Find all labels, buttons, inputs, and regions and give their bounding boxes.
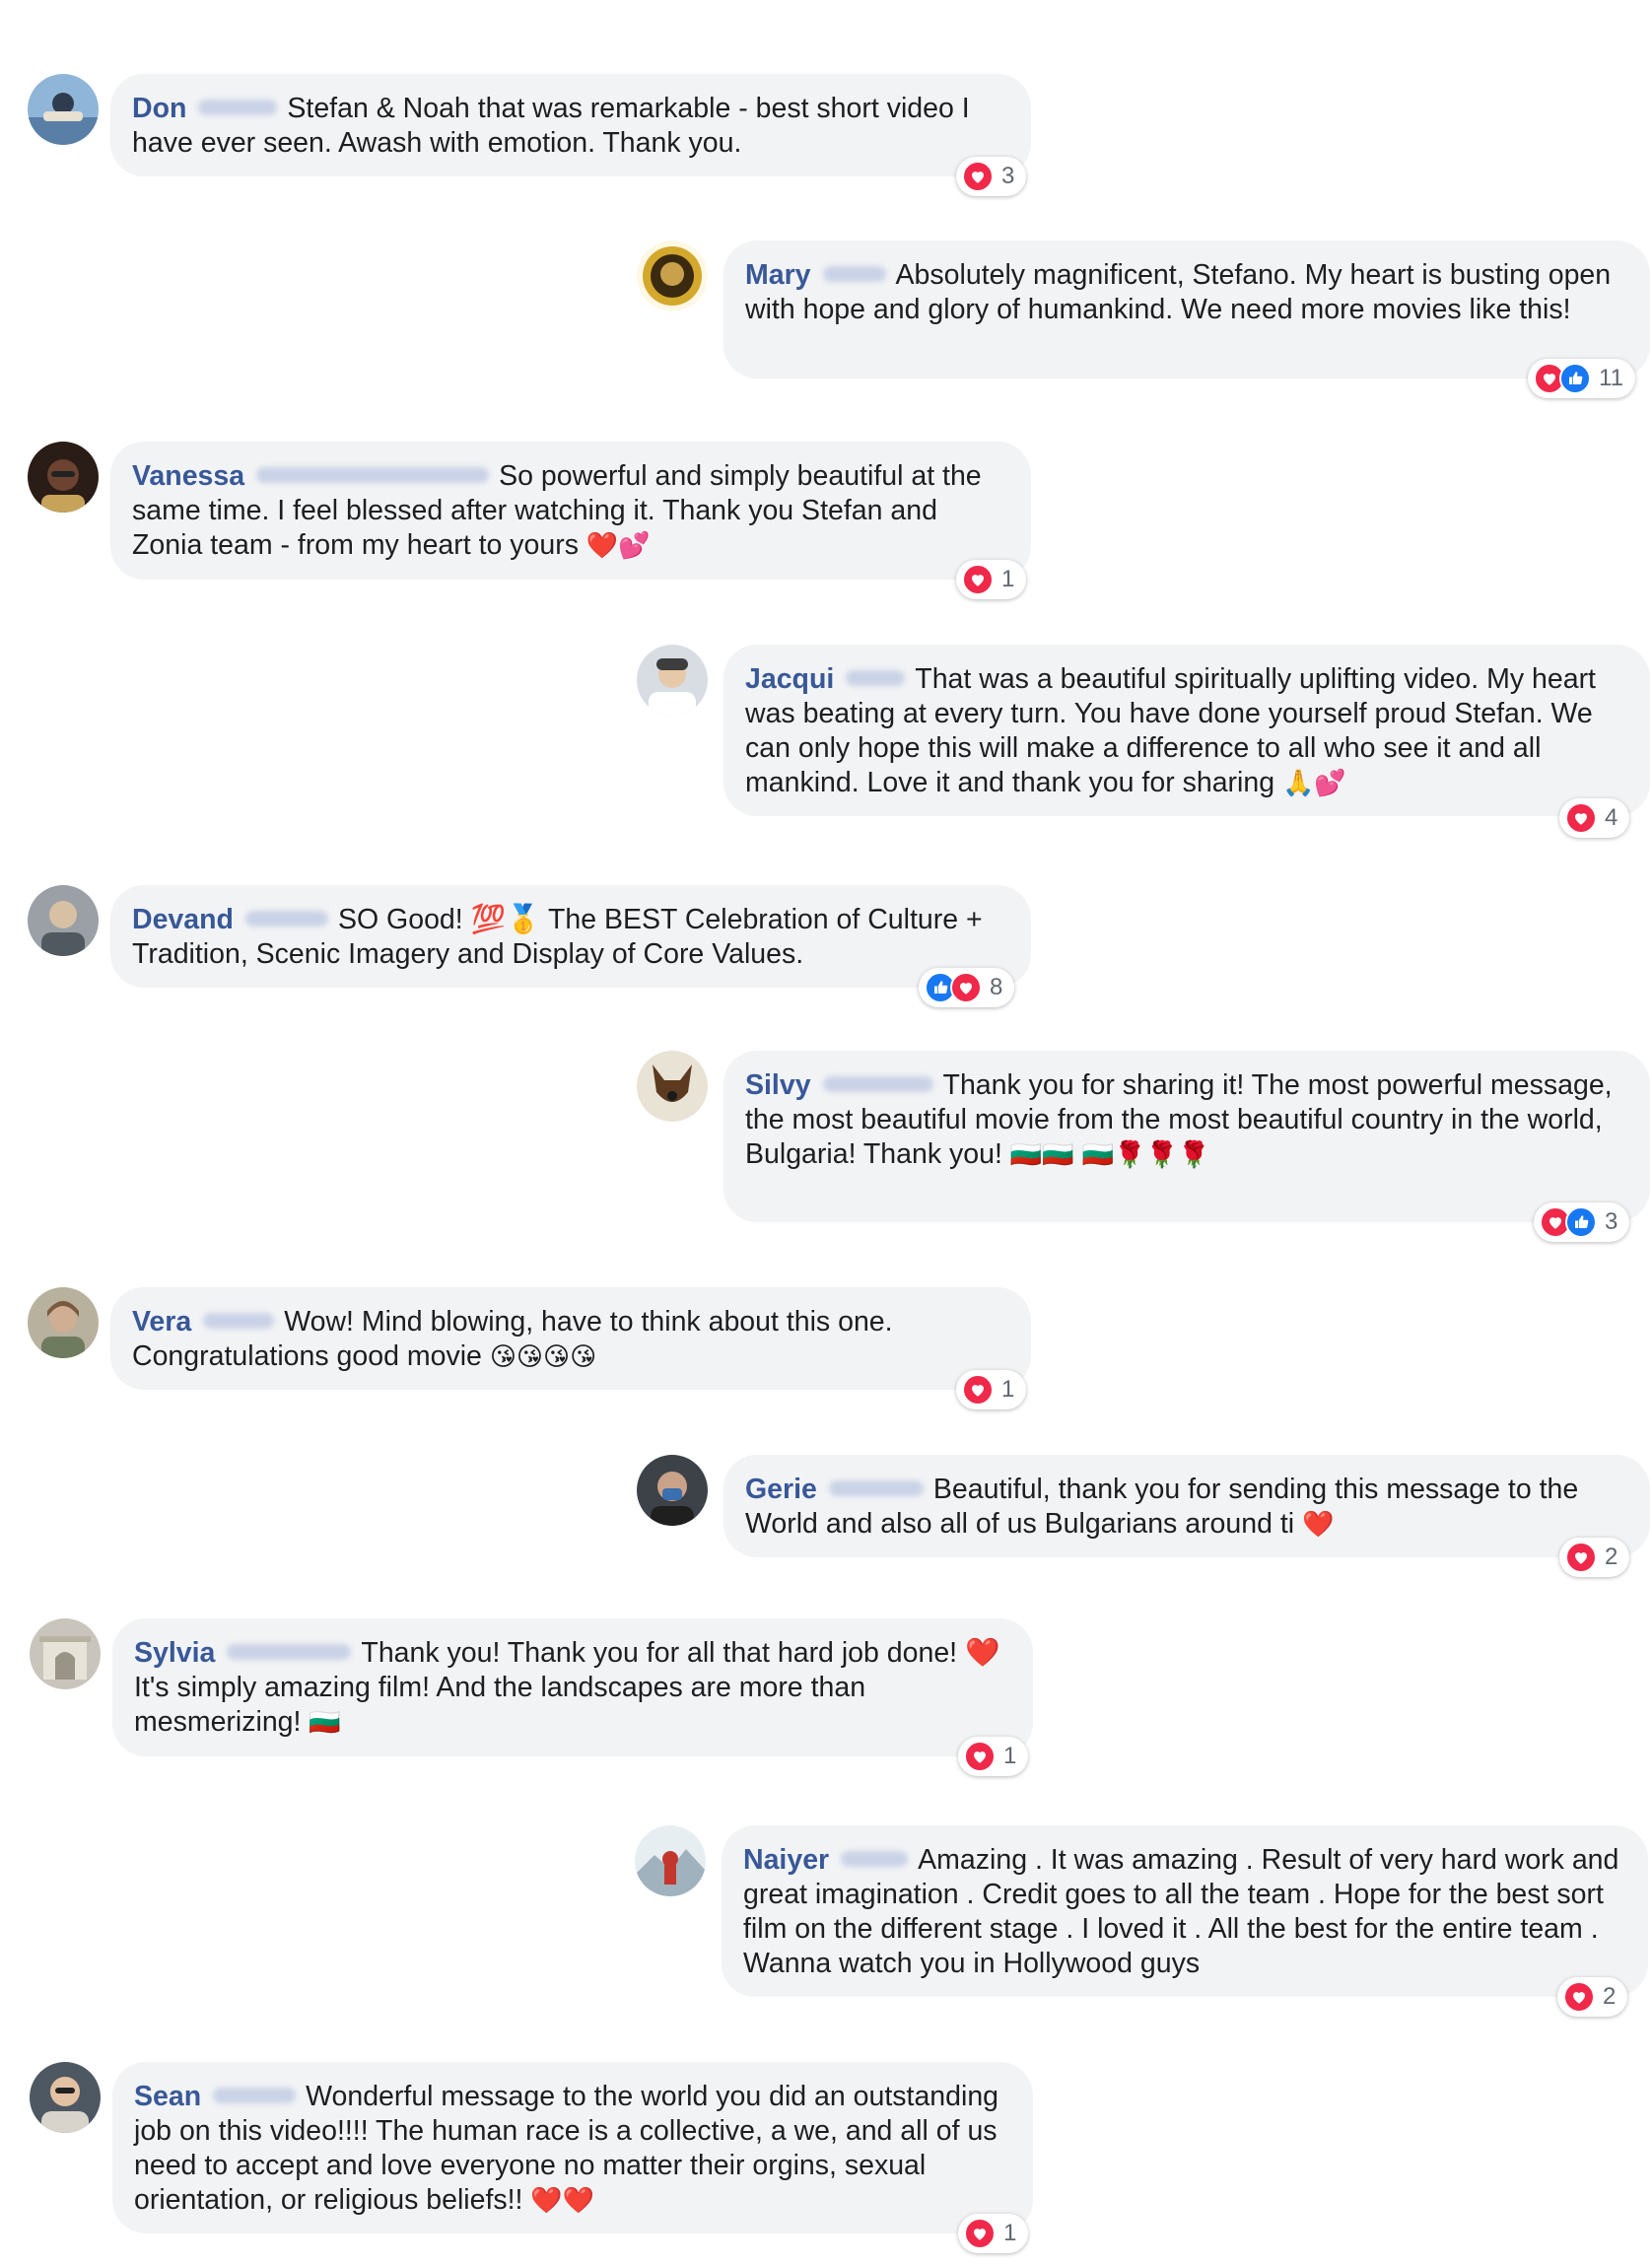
comment-bubble: Jacqui That was a beautiful spiritually u… xyxy=(723,645,1650,816)
redacted-surname xyxy=(822,266,886,283)
avatar[interactable] xyxy=(28,1287,99,1358)
redacted-surname xyxy=(244,911,328,927)
redacted-surname xyxy=(828,1480,924,1497)
reaction-summary[interactable]: 1 xyxy=(956,560,1027,599)
commenter-name[interactable]: Devand xyxy=(132,904,234,935)
avatar[interactable] xyxy=(637,1051,708,1122)
thumbs-up-icon xyxy=(1559,363,1591,394)
comment-bubble: Sean Wonderful message to the world you d… xyxy=(112,2062,1033,2233)
comment-bubble: Mary Absolutely magnificent, Stefano. My … xyxy=(723,240,1650,378)
commenter-name[interactable]: Vera xyxy=(132,1306,191,1338)
redacted-surname xyxy=(256,467,490,484)
avatar[interactable] xyxy=(30,1618,101,1689)
heart-icon xyxy=(964,2218,996,2249)
emoji: ❤️❤️ xyxy=(530,2186,595,2216)
reaction-count: 4 xyxy=(1605,804,1618,831)
commenter-name[interactable]: Jacqui xyxy=(745,663,834,695)
redacted-surname xyxy=(822,1076,933,1093)
reaction-count: 3 xyxy=(1605,1208,1618,1235)
heart-icon xyxy=(962,161,994,192)
redacted-surname xyxy=(846,670,906,687)
avatar[interactable] xyxy=(635,1825,706,1896)
avatar[interactable] xyxy=(28,74,99,145)
emoji: 🇧🇬 xyxy=(309,1708,341,1738)
heart-icon xyxy=(1563,1981,1595,2013)
reaction-count: 1 xyxy=(1001,1376,1015,1403)
reaction-count: 2 xyxy=(1605,1544,1618,1570)
reaction-summary[interactable]: 2 xyxy=(1557,1977,1628,2017)
avatar[interactable] xyxy=(30,2062,101,2133)
reaction-summary[interactable]: 4 xyxy=(1559,798,1630,838)
heart-icon xyxy=(1565,802,1597,834)
reaction-count: 1 xyxy=(1003,2220,1017,2246)
avatar[interactable] xyxy=(637,240,708,311)
reaction-count: 1 xyxy=(1003,1743,1017,1769)
comment-bubble: Vera Wow! Mind blowing, have to think abo… xyxy=(110,1287,1031,1390)
reaction-count: 2 xyxy=(1603,1983,1617,2010)
comment-bubble: Silvy Thank you for sharing it! The most … xyxy=(723,1051,1650,1222)
reaction-count: 1 xyxy=(1001,566,1015,592)
comment-bubble: Devand SO Good! 💯🥇 The BEST Celebration o… xyxy=(110,885,1031,988)
reaction-count: 11 xyxy=(1599,365,1623,391)
reaction-count: 3 xyxy=(1001,163,1015,189)
reaction-summary[interactable]: 11 xyxy=(1528,359,1635,398)
reaction-summary[interactable]: 3 xyxy=(956,157,1027,196)
comment-bubble: Naiyer Amazing . It was amazing . Result … xyxy=(722,1825,1648,1997)
reaction-summary[interactable]: 1 xyxy=(956,1370,1027,1409)
reaction-summary[interactable]: 3 xyxy=(1534,1202,1630,1242)
emoji: 🇧🇬🇧🇬 🇧🇬🌹🌹🌹 xyxy=(1009,1140,1210,1170)
emoji: ❤️💕 xyxy=(585,531,651,561)
reaction-count: 8 xyxy=(990,974,1003,1000)
emoji: 🙏💕 xyxy=(1282,769,1346,798)
commenter-name[interactable]: Don xyxy=(132,93,186,124)
comment-bubble: Vanessa So powerful and simply beautiful … xyxy=(110,442,1031,580)
commenter-name[interactable]: Naiyer xyxy=(743,1844,829,1876)
thumbs-up-icon xyxy=(1565,1206,1597,1238)
commenter-name[interactable]: Vanessa xyxy=(132,460,244,492)
redacted-surname xyxy=(227,1644,352,1661)
commenter-name[interactable]: Mary xyxy=(745,259,811,291)
reaction-summary[interactable]: 8 xyxy=(919,968,1015,1007)
redacted-surname xyxy=(198,100,278,116)
commenter-name[interactable]: Gerie xyxy=(745,1474,817,1505)
comment-bubble: Sylvia Thank you! Thank you for all that … xyxy=(112,1618,1033,1756)
heart-icon xyxy=(1565,1542,1597,1573)
comment-bubble: Don Stefan & Noah that was remarkable - b… xyxy=(110,74,1031,176)
heart-icon xyxy=(950,972,982,1003)
heart-icon xyxy=(962,564,994,595)
commenter-name[interactable]: Silvy xyxy=(745,1069,811,1101)
comment-bubble: Gerie Beautiful, thank you for sending th… xyxy=(723,1455,1650,1557)
heart-icon xyxy=(962,1374,994,1406)
commenter-name[interactable]: Sean xyxy=(134,2081,201,2112)
reaction-summary[interactable]: 1 xyxy=(958,2214,1029,2253)
heart-icon xyxy=(964,1741,996,1772)
avatar[interactable] xyxy=(28,442,99,513)
avatar[interactable] xyxy=(637,1455,708,1526)
commenter-name[interactable]: Sylvia xyxy=(134,1637,215,1669)
reaction-summary[interactable]: 2 xyxy=(1559,1538,1630,1577)
emoji: ❤️ xyxy=(1302,1510,1335,1540)
redacted-surname xyxy=(841,1851,909,1868)
avatar[interactable] xyxy=(637,645,708,716)
emoji: 😘😘😘😘 xyxy=(489,1342,597,1372)
redacted-surname xyxy=(213,2088,297,2104)
avatar[interactable] xyxy=(28,885,99,956)
reaction-summary[interactable]: 1 xyxy=(958,1737,1029,1776)
redacted-surname xyxy=(203,1313,275,1330)
